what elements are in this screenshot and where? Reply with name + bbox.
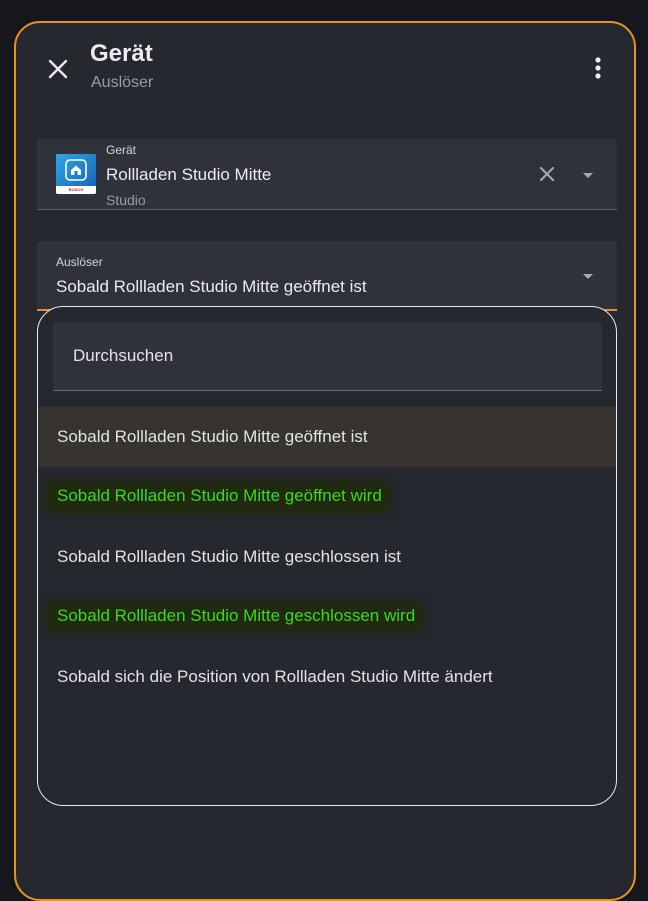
home-icon	[65, 159, 87, 181]
caret-down-icon[interactable]	[583, 274, 593, 279]
menu-option[interactable]: Sobald Rollladen Studio Mitte geschlosse…	[38, 527, 616, 587]
option-label: Sobald Rollladen Studio Mitte geschlosse…	[47, 603, 422, 631]
close-button[interactable]	[44, 55, 72, 83]
device-select-field[interactable]: BOSCH Gerät Rollladen Studio Mitte Studi…	[37, 139, 617, 210]
dialog-subtitle: Auslöser	[91, 74, 154, 91]
more-options-button[interactable]	[584, 53, 612, 83]
menu-option[interactable]: Sobald Rollladen Studio Mitte geöffnet w…	[38, 467, 616, 527]
trigger-dropdown-menu: Sobald Rollladen Studio Mitte geöffnet i…	[37, 306, 617, 806]
device-field-label: Gerät	[106, 143, 137, 157]
option-label: Sobald sich die Position von Rollladen S…	[57, 667, 493, 686]
close-icon	[48, 59, 68, 79]
option-label: Sobald Rollladen Studio Mitte geöffnet i…	[57, 427, 368, 446]
menu-option[interactable]: Sobald Rollladen Studio Mitte geschlosse…	[38, 587, 616, 647]
clear-device-button[interactable]	[536, 163, 558, 185]
trigger-field-label: Auslöser	[56, 255, 103, 269]
search-field[interactable]	[53, 322, 602, 391]
more-vert-icon	[595, 57, 601, 79]
option-label: Sobald Rollladen Studio Mitte geschlosse…	[57, 547, 401, 566]
brand-logo: BOSCH	[56, 186, 96, 194]
search-input[interactable]	[53, 322, 602, 390]
device-thumbnail: BOSCH	[56, 154, 96, 194]
dialog-title: Gerät	[90, 40, 153, 67]
menu-option[interactable]: Sobald Rollladen Studio Mitte geöffnet i…	[38, 407, 616, 467]
device-field-value: Rollladen Studio Mitte	[106, 165, 272, 184]
trigger-field-value: Sobald Rollladen Studio Mitte geöffnet i…	[56, 277, 367, 296]
option-label: Sobald Rollladen Studio Mitte geöffnet w…	[47, 483, 388, 511]
caret-down-icon[interactable]	[583, 173, 593, 178]
clear-icon	[540, 167, 554, 181]
device-field-area: Studio	[106, 192, 146, 208]
menu-option[interactable]: Sobald sich die Position von Rollladen S…	[38, 647, 616, 707]
device-trigger-dialog: Gerät Auslöser BOSCH Gerät Rollladen Stu…	[14, 21, 636, 901]
trigger-select-field[interactable]: Auslöser Sobald Rollladen Studio Mitte g…	[37, 241, 617, 311]
